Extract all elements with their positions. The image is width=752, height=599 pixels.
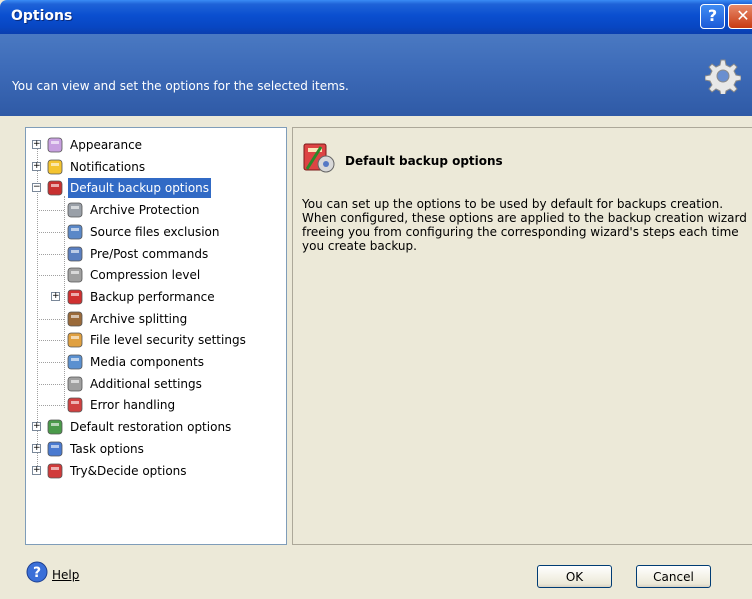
collapse-icon[interactable]: − <box>32 183 41 193</box>
help-icon[interactable]: ? <box>26 561 48 583</box>
tree-line <box>39 231 64 233</box>
tree-item[interactable]: Archive Protection <box>26 200 284 220</box>
expand-icon[interactable]: + <box>32 140 41 149</box>
tree-item[interactable]: File level security settings <box>26 330 284 350</box>
title-bar: Options ? ✕ <box>0 0 752 34</box>
details-description: You can set up the options to be used by… <box>302 197 747 253</box>
tree-item-label: Default restoration options <box>70 420 232 435</box>
window-icon <box>67 246 83 261</box>
tree-item-label: Source files exclusion <box>90 224 220 239</box>
tree-item-label: Additional settings <box>90 376 202 391</box>
expand-icon[interactable]: + <box>32 443 41 453</box>
expand-icon[interactable]: + <box>32 161 41 171</box>
performance-icon <box>67 289 83 305</box>
help-link-label: Help <box>52 568 80 582</box>
task-icon <box>47 441 63 457</box>
tree-item-label: Error handling <box>90 398 176 413</box>
tree-item-label: Default backup options <box>68 178 212 199</box>
tree-item[interactable]: + Task options <box>26 439 284 459</box>
tree-item-label: Notifications <box>70 159 146 174</box>
tree-item-label: Appearance <box>70 138 143 152</box>
expand-icon[interactable]: + <box>32 465 41 475</box>
header-band: You can view and set the options for the… <box>0 34 752 116</box>
tree-item-label: Task options <box>70 441 144 456</box>
tree-line <box>39 383 64 385</box>
appearance-icon <box>47 137 63 153</box>
details-title: Default backup options <box>345 154 503 168</box>
svg-text:?: ? <box>33 565 41 581</box>
tree-item-label: Compression level <box>90 268 201 283</box>
tree-line <box>39 362 64 363</box>
window-title: Options <box>11 8 73 24</box>
tree-item-label: Backup performance <box>90 289 215 304</box>
ok-button[interactable]: OK <box>537 565 612 588</box>
tree-item-label: Try&Decide options <box>70 463 187 478</box>
gear-icon <box>705 59 741 94</box>
tree-item-label: Archive splitting <box>90 311 188 326</box>
tree-item[interactable]: Source files exclusion <box>26 222 284 242</box>
security-icon <box>67 332 83 348</box>
tree-line <box>39 253 64 255</box>
splitting-icon <box>67 311 83 326</box>
tree-line <box>39 405 64 407</box>
tree-item[interactable]: + Try&Decide options <box>26 461 284 481</box>
compression-icon <box>67 267 83 283</box>
notifications-icon <box>47 159 63 175</box>
help-title-button[interactable]: ? <box>700 4 725 29</box>
tree-item[interactable]: + Backup performance <box>26 287 284 307</box>
ok-button-label: OK <box>565 570 584 584</box>
settings-icon <box>67 376 83 392</box>
restore-icon <box>47 419 63 435</box>
backup-options-icon <box>47 180 63 196</box>
tree-item-label: Pre/Post commands <box>90 246 209 261</box>
filter-icon <box>67 224 83 240</box>
media-icon <box>67 354 83 370</box>
tree-line <box>39 318 64 320</box>
options-tree[interactable]: + Appearance + Notifications − Default backup… <box>25 127 287 545</box>
tree-item[interactable]: + Default restoration options <box>26 417 284 437</box>
close-button[interactable]: ✕ <box>728 4 752 29</box>
tree-line <box>39 340 64 342</box>
tree-item[interactable]: Compression level <box>26 265 284 285</box>
tree-item[interactable]: Additional settings <box>26 374 284 394</box>
tree-item-label: Archive Protection <box>90 203 200 218</box>
tree-item[interactable]: Media components <box>26 352 284 372</box>
cancel-button-label: Cancel <box>653 570 694 584</box>
tree-item[interactable]: + Appearance <box>26 135 284 155</box>
tree-item[interactable]: − Default backup options <box>26 178 284 199</box>
backup-options-icon <box>303 143 335 173</box>
header-description: You can view and set the options for the… <box>12 79 349 93</box>
lock-icon <box>67 202 83 218</box>
tree-item-label: Media components <box>90 355 204 369</box>
help-link[interactable]: Help <box>52 568 79 582</box>
tree-item[interactable]: + Notifications <box>26 157 284 177</box>
tree-item-label: File level security settings <box>90 333 246 348</box>
error-icon <box>67 397 83 413</box>
tree-line <box>39 210 64 212</box>
tree-item[interactable]: Pre/Post commands <box>26 244 284 264</box>
cancel-button[interactable]: Cancel <box>636 565 711 588</box>
details-panel: Default backup options You can set up th… <box>292 127 752 545</box>
try-decide-icon <box>47 463 63 478</box>
expand-icon[interactable]: + <box>51 291 60 301</box>
tree-item[interactable]: Archive splitting <box>26 309 284 329</box>
tree-item[interactable]: Error handling <box>26 395 284 415</box>
tree-line <box>39 275 64 277</box>
expand-icon[interactable]: + <box>32 422 41 432</box>
